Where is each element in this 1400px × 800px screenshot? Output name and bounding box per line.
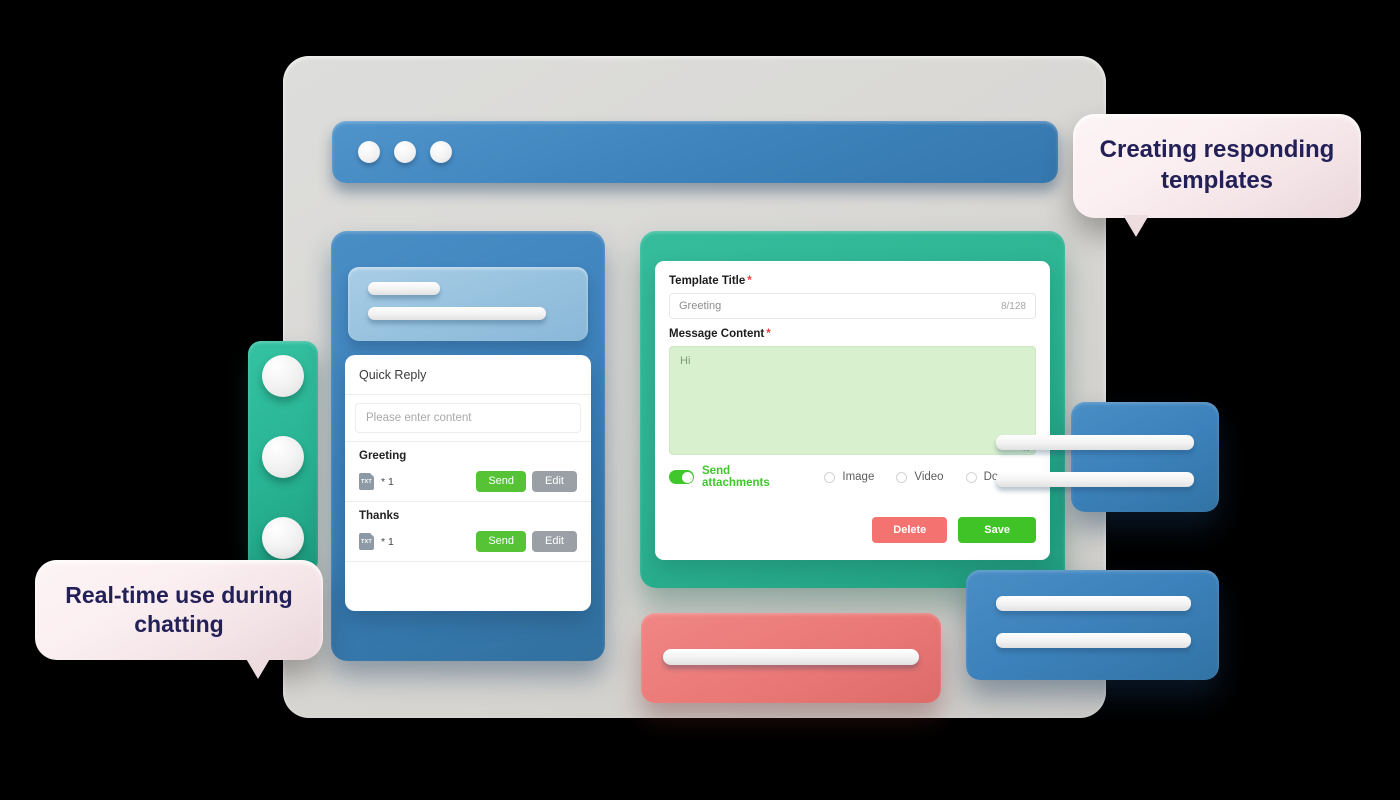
- placeholder-bar: [663, 649, 919, 665]
- send-attachments-toggle[interactable]: [669, 470, 694, 484]
- strip-circle-1: [262, 355, 304, 397]
- callout-realtime-use: Real-time use during chatting: [35, 560, 323, 679]
- placeholder-bar-short: [368, 282, 440, 295]
- template-title-input[interactable]: Greeting 8/128: [669, 293, 1036, 319]
- placeholder-bar-long: [368, 307, 546, 320]
- search-block-decorative: [348, 267, 588, 341]
- send-button[interactable]: Send: [476, 471, 527, 492]
- quick-reply-search-placeholder: Please enter content: [366, 412, 472, 424]
- attachments-row: Send attachments Image Video Document: [669, 465, 1036, 489]
- radio-option-video[interactable]: Video: [896, 471, 944, 483]
- decorative-red-card: [641, 613, 941, 703]
- quick-reply-item-row: TXT * 1 Send Edit: [359, 471, 577, 492]
- send-button[interactable]: Send: [476, 531, 527, 552]
- quick-reply-item-actions: Send Edit: [476, 471, 577, 492]
- decorative-teal-strip: [248, 341, 318, 573]
- placeholder-bar: [996, 472, 1194, 487]
- quick-reply-item-row: TXT * 1 Send Edit: [359, 531, 577, 552]
- radio-circle-icon: [824, 471, 836, 483]
- quick-reply-search-input[interactable]: Please enter content: [355, 403, 581, 433]
- attachment-count: * 1: [381, 475, 394, 488]
- callout-text: Real-time use during chatting: [65, 581, 293, 637]
- send-attachments-label: Send attachments: [702, 465, 770, 489]
- window-dot-maximize-icon[interactable]: [430, 141, 452, 163]
- list-item[interactable]: Thanks TXT * 1 Send Edit: [345, 502, 591, 561]
- edit-button[interactable]: Edit: [532, 531, 577, 552]
- decorative-blue-card-bottom: [966, 570, 1219, 680]
- char-counter: 8/128: [1000, 300, 1026, 312]
- txt-file-icon: TXT: [359, 533, 374, 550]
- edit-button[interactable]: Edit: [532, 471, 577, 492]
- attachment-count: * 1: [381, 535, 394, 548]
- quick-reply-card: Quick Reply Please enter content Greetin…: [345, 355, 591, 611]
- quick-reply-heading: Quick Reply: [345, 355, 591, 395]
- strip-circle-3: [262, 517, 304, 559]
- required-asterisk: *: [747, 275, 752, 287]
- callout-creating-templates: Creating responding templates: [1073, 114, 1361, 237]
- required-asterisk: *: [766, 328, 771, 340]
- template-title-value: Greeting: [679, 300, 722, 312]
- radio-label: Video: [914, 471, 944, 483]
- placeholder-bar: [996, 633, 1191, 648]
- message-content-textarea[interactable]: Hi: [669, 346, 1036, 455]
- decorative-blue-card-top: [996, 402, 1219, 512]
- template-title-label-text: Template Title: [669, 275, 746, 287]
- quick-reply-item-title: Greeting: [359, 450, 407, 462]
- list-item[interactable]: Greeting TXT * 1 Send Edit: [345, 442, 591, 501]
- radio-label: Image: [842, 471, 875, 483]
- message-content-label: Message Content *: [669, 328, 1036, 340]
- illustration-stage: Quick Reply Please enter content Greetin…: [0, 0, 1400, 800]
- radio-circle-icon: [965, 471, 977, 483]
- quick-reply-item-title: Thanks: [359, 510, 400, 522]
- txt-file-icon: TXT: [359, 473, 374, 490]
- callout-text: Creating responding templates: [1099, 136, 1335, 194]
- window-dot-close-icon[interactable]: [358, 141, 380, 163]
- delete-button[interactable]: Delete: [872, 517, 948, 543]
- window-titlebar: [332, 121, 1058, 183]
- form-actions: Delete Save: [669, 517, 1036, 543]
- template-title-label: Template Title *: [669, 275, 1036, 287]
- message-content-label-text: Message Content: [669, 328, 765, 340]
- window-dot-minimize-icon[interactable]: [394, 141, 416, 163]
- radio-option-image[interactable]: Image: [824, 471, 874, 483]
- placeholder-bar: [996, 596, 1191, 611]
- save-button[interactable]: Save: [958, 517, 1036, 543]
- placeholder-bar: [996, 435, 1194, 450]
- radio-circle-icon: [896, 471, 908, 483]
- divider: [345, 561, 591, 562]
- template-form-card: Template Title * Greeting 8/128 Message C…: [655, 261, 1050, 560]
- quick-reply-item-actions: Send Edit: [476, 531, 577, 552]
- message-content-value: Hi: [680, 355, 691, 367]
- strip-circle-2: [262, 436, 304, 478]
- titlebar-dots: [358, 141, 452, 163]
